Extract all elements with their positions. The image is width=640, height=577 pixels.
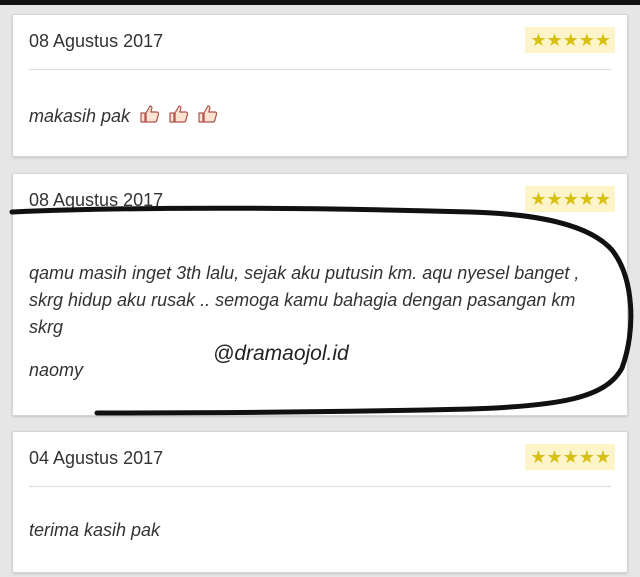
thumbs-up-emoji-group — [139, 104, 221, 132]
star-rating: ★★★★★ — [525, 27, 615, 53]
review-card: 08 Agustus 2017 ★★★★★ makasih pak — [12, 14, 628, 157]
divider — [29, 486, 611, 487]
top-edge-bar — [0, 0, 640, 5]
review-card: 08 Agustus 2017 ★★★★★ qamu masih inget 3… — [12, 173, 628, 416]
star-rating: ★★★★★ — [525, 186, 615, 212]
divider — [29, 69, 611, 70]
review-card: 04 Agustus 2017 ★★★★★ terima kasih pak — [12, 431, 628, 573]
review-text: terima kasih pak — [29, 520, 161, 540]
thumbs-up-icon — [169, 105, 189, 123]
review-date: 04 Agustus 2017 — [29, 448, 164, 468]
thumbs-up-icon — [198, 105, 218, 123]
review-signature: naomy — [29, 360, 84, 380]
review-date: 08 Agustus 2017 — [29, 31, 164, 51]
thumbs-up-icon — [140, 105, 160, 123]
watermark: @dramaojol.id — [213, 342, 349, 365]
review-text-container: makasih pak — [29, 103, 221, 132]
review-date: 08 Agustus 2017 — [29, 190, 164, 210]
review-text: qamu masih inget 3th lalu, sejak aku put… — [29, 263, 580, 337]
star-rating: ★★★★★ — [525, 444, 615, 470]
review-text: makasih pak — [29, 106, 131, 126]
